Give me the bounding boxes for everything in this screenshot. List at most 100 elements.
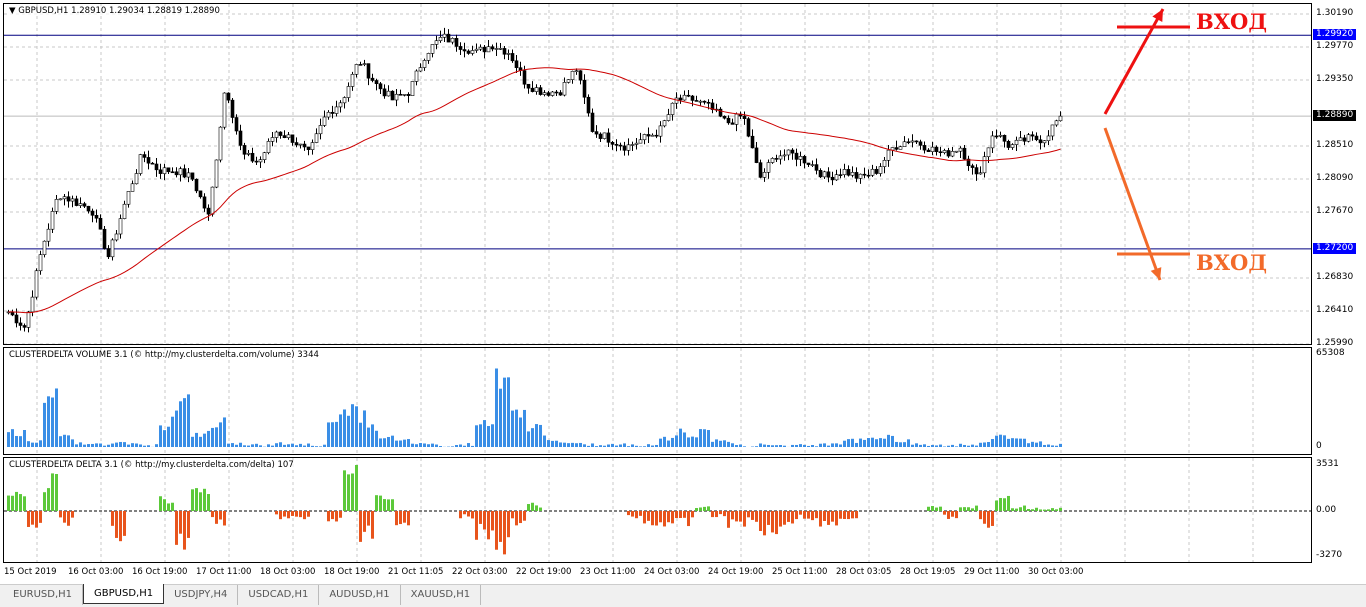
volume-bar [883,438,886,447]
volume-bar [587,445,590,447]
delta-bar [367,511,370,526]
candle-body [70,198,75,202]
volume-bar [379,438,382,447]
candle-body [394,93,399,101]
delta-bar [963,507,966,511]
volume-bar [115,442,118,447]
delta-bar [487,511,490,540]
time-label: 25 Oct 11:00 [772,567,828,577]
candle-body [170,171,175,174]
candle-body [894,147,899,150]
delta-bar [815,511,818,519]
volume-bar [451,446,454,447]
price-chart-canvas[interactable] [4,4,1312,345]
delta-bar [799,511,802,515]
delta-bar [203,488,206,511]
candle-body [150,162,155,165]
volume-bar [963,444,966,447]
volume-bar [583,444,586,447]
volume-bar [843,440,846,447]
delta-bar [847,511,850,520]
tab-xauusd-h1[interactable]: XAUUSD,H1 [401,585,482,605]
volume-bar [435,444,438,447]
volume-bar [147,445,150,447]
candle-body [650,134,655,137]
candle-body [438,37,443,42]
delta-bar [667,511,670,523]
delta-bar [303,511,306,520]
volume-bar [911,444,914,447]
volume-bar [635,445,638,447]
candle-body [462,49,467,52]
candle-body [390,90,395,101]
volume-bar [591,443,594,447]
tab-audusd-h1[interactable]: AUDUSD,H1 [319,585,401,605]
price-axis[interactable]: 1.30190 1.29770 1.29350 1.28510 1.28090 1.276… [1312,3,1366,348]
volume-bar [319,446,322,447]
volume-max-label: 65308 [1316,348,1345,358]
volume-canvas [7,348,1254,454]
candle-body [578,70,583,81]
volume-bar [631,444,634,447]
delta-bar [783,511,786,525]
volume-indicator-pane[interactable]: CLUSTERDELTA VOLUME 3.1 (© http://my.clu… [3,347,1312,455]
candle-body [30,296,35,313]
delta-indicator-pane[interactable]: CLUSTERDELTA DELTA 3.1 (© http://my.clus… [3,457,1312,563]
candle-body [670,102,675,115]
volume-bar [231,443,234,447]
candle-body [614,144,619,146]
candle-body [382,88,387,97]
candle-body [278,131,283,136]
candle-body [314,133,319,143]
candle-body [18,322,23,326]
candle-body [826,171,831,178]
delta-bar [655,511,658,526]
price-tick-label: 1.26830 [1316,272,1354,282]
candle-body [1042,140,1047,144]
volume-bar [795,444,798,447]
tab-gbpusd-h1[interactable]: GBPUSD,H1 [83,584,165,604]
candle-body [166,167,171,173]
candle-body [190,172,195,180]
volume-bar [531,428,534,447]
volume-bar [271,445,274,447]
volume-bar [575,443,578,447]
time-label: 24 Oct 19:00 [708,567,764,577]
delta-bar [795,511,798,520]
delta-bar [1011,508,1014,511]
volume-bar [95,443,98,447]
volume-bar [39,440,42,447]
volume-bar [195,432,198,447]
tab-eurusd-h1[interactable]: EURUSD,H1 [3,585,84,605]
delta-bar [1035,507,1038,511]
candle-body [726,117,731,124]
delta-bar [1059,507,1062,511]
delta-bar [719,511,722,515]
volume-bar [663,436,666,447]
candle-body [246,152,251,155]
volume-bar [767,444,770,447]
candle-body [830,176,835,181]
volume-bar [987,442,990,447]
chart-menu-triangle-icon[interactable]: ▼ [9,6,18,16]
volume-bar [183,398,186,447]
volume-bar [459,444,462,447]
volume-bar [279,442,282,447]
delta-bar [187,511,190,538]
delta-bar [971,508,974,511]
price-chart-pane[interactable]: ▼ GBPUSD,H1 1.28910 1.29034 1.28819 1.28… [3,3,1312,345]
delta-bar [679,511,682,518]
tab-usdcad-h1[interactable]: USDCAD,H1 [238,585,320,605]
volume-bar [687,437,690,447]
volume-bar [131,443,134,447]
delta-bar [819,511,822,527]
tab-usdjpy-h4[interactable]: USDJPY,H4 [164,585,239,605]
candle-body [366,63,371,79]
volume-bar [503,377,506,447]
volume-bar [171,416,174,447]
volume-bar [847,439,850,447]
volume-bar [671,437,674,447]
delta-bar [843,511,846,519]
candle-body [42,240,47,255]
mt4-chart-window: ▼ GBPUSD,H1 1.28910 1.29034 1.28819 1.28… [0,0,1366,607]
